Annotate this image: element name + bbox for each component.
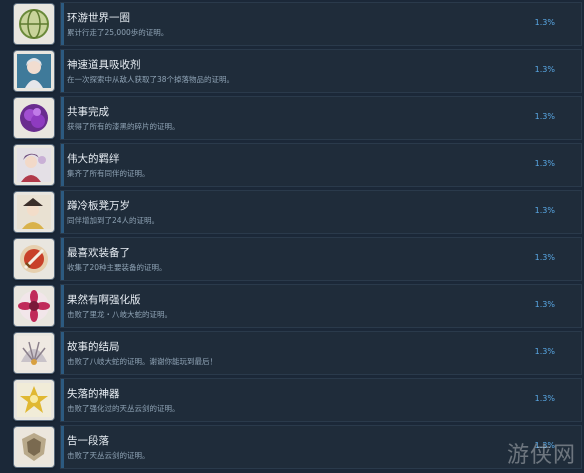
achievement-panel: 神速道具吸收剂 在一次探索中从敌人获取了38个掉落物品的证明。 1.3% xyxy=(60,49,582,93)
fan-emblem-icon xyxy=(14,333,54,373)
unlock-percent: 1.3% xyxy=(534,65,555,74)
purple-shards-icon xyxy=(14,98,54,138)
achievement-title: 环游世界一圈 xyxy=(67,12,130,24)
achievement-row[interactable]: 告一段落 击败了天丛云剑的证明。 1.3% xyxy=(0,425,584,469)
achievement-title: 共事完成 xyxy=(67,106,109,118)
achievement-description: 在一次探索中从敌人获取了38个掉落物品的证明。 xyxy=(67,75,235,84)
achievement-description: 集齐了所有同伴的证明。 xyxy=(67,169,150,178)
achievement-description: 同伴增加到了24人的证明。 xyxy=(67,216,160,225)
achievement-panel: 伟大的羁绊 集齐了所有同伴的证明。 1.3% xyxy=(60,143,582,187)
achievement-panel: 故事的结局 击败了八岐大蛇的证明。谢谢你能玩到最后！ 1.3% xyxy=(60,331,582,375)
achievement-description: 累计行走了25,000歩的证明。 xyxy=(67,28,169,37)
sword-icon xyxy=(14,239,54,279)
unlock-percent: 1.3% xyxy=(534,206,555,215)
achievement-title: 告一段落 xyxy=(67,435,109,447)
achievement-row[interactable]: 故事的结局 击败了八岐大蛇的证明。谢谢你能玩到最后！ 1.3% xyxy=(0,331,584,375)
bench-character-icon xyxy=(14,192,54,232)
site-watermark: 游侠网 xyxy=(506,443,576,468)
achievement-panel: 共事完成 获得了所有的漆黑的碎片的证明。 1.3% xyxy=(60,96,582,140)
achievement-description: 击败了八岐大蛇的证明。谢谢你能玩到最后！ xyxy=(67,357,217,366)
achievement-panel: 蹲冷板凳万岁 同伴增加到了24人的证明。 1.3% xyxy=(60,190,582,234)
unlock-percent: 1.3% xyxy=(534,300,555,309)
achievement-description: 击败了强化过的天丛云剑的证明。 xyxy=(67,404,180,413)
flower-burst-icon xyxy=(14,286,54,326)
achievement-title: 蹲冷板凳万岁 xyxy=(67,200,130,212)
achievement-title: 伟大的羁绊 xyxy=(67,153,120,165)
crest-icon xyxy=(14,427,54,467)
achievement-row[interactable]: 果然有啊强化版 击败了里龙・八岐大蛇的证明。 1.3% xyxy=(0,284,584,328)
achievement-title: 神速道具吸收剂 xyxy=(67,59,141,71)
achievement-title: 最喜欢装备了 xyxy=(67,247,130,259)
world-globe-icon xyxy=(14,4,54,44)
unlock-percent: 1.3% xyxy=(534,18,555,27)
achievement-row[interactable]: 最喜欢装备了 收集了20种主要装备的证明。 1.3% xyxy=(0,237,584,281)
achievement-description: 击败了天丛云剑的证明。 xyxy=(67,451,150,460)
achievement-panel: 环游世界一圈 累计行走了25,000歩的证明。 1.3% xyxy=(60,2,582,46)
achievement-description: 击败了里龙・八岐大蛇的证明。 xyxy=(67,310,172,319)
unlock-percent: 1.3% xyxy=(534,347,555,356)
achievement-row[interactable]: 伟大的羁绊 集齐了所有同伴的证明。 1.3% xyxy=(0,143,584,187)
achievement-title: 故事的结局 xyxy=(67,341,120,353)
achievement-row[interactable]: 共事完成 获得了所有的漆黑的碎片的证明。 1.3% xyxy=(0,96,584,140)
unlock-percent: 1.3% xyxy=(534,394,555,403)
achievement-description: 收集了20种主要装备的证明。 xyxy=(67,263,167,272)
character-portrait-icon xyxy=(14,51,54,91)
achievement-row[interactable]: 失落的神器 击败了强化过的天丛云剑的证明。 1.3% xyxy=(0,378,584,422)
companions-icon xyxy=(14,145,54,185)
unlock-percent: 1.3% xyxy=(534,112,555,121)
achievement-row[interactable]: 蹲冷板凳万岁 同伴增加到了24人的证明。 1.3% xyxy=(0,190,584,234)
unlock-percent: 1.3% xyxy=(534,253,555,262)
achievement-description: 获得了所有的漆黑的碎片的证明。 xyxy=(67,122,180,131)
achievement-panel: 告一段落 击败了天丛云剑的证明。 1.3% xyxy=(60,425,582,469)
achievement-panel: 失落的神器 击败了强化过的天丛云剑的证明。 1.3% xyxy=(60,378,582,422)
achievement-panel: 果然有啊强化版 击败了里龙・八岐大蛇的证明。 1.3% xyxy=(60,284,582,328)
golden-artifact-icon xyxy=(14,380,54,420)
achievement-row[interactable]: 神速道具吸收剂 在一次探索中从敌人获取了38个掉落物品的证明。 1.3% xyxy=(0,49,584,93)
achievement-row[interactable]: 环游世界一圈 累计行走了25,000歩的证明。 1.3% xyxy=(0,2,584,46)
achievement-title: 果然有啊强化版 xyxy=(67,294,141,306)
achievement-list: 环游世界一圈 累计行走了25,000歩的证明。 1.3% 神速道具吸收剂 在一次… xyxy=(0,0,584,473)
unlock-percent: 1.3% xyxy=(534,159,555,168)
achievement-title: 失落的神器 xyxy=(67,388,120,400)
achievement-panel: 最喜欢装备了 收集了20种主要装备的证明。 1.3% xyxy=(60,237,582,281)
